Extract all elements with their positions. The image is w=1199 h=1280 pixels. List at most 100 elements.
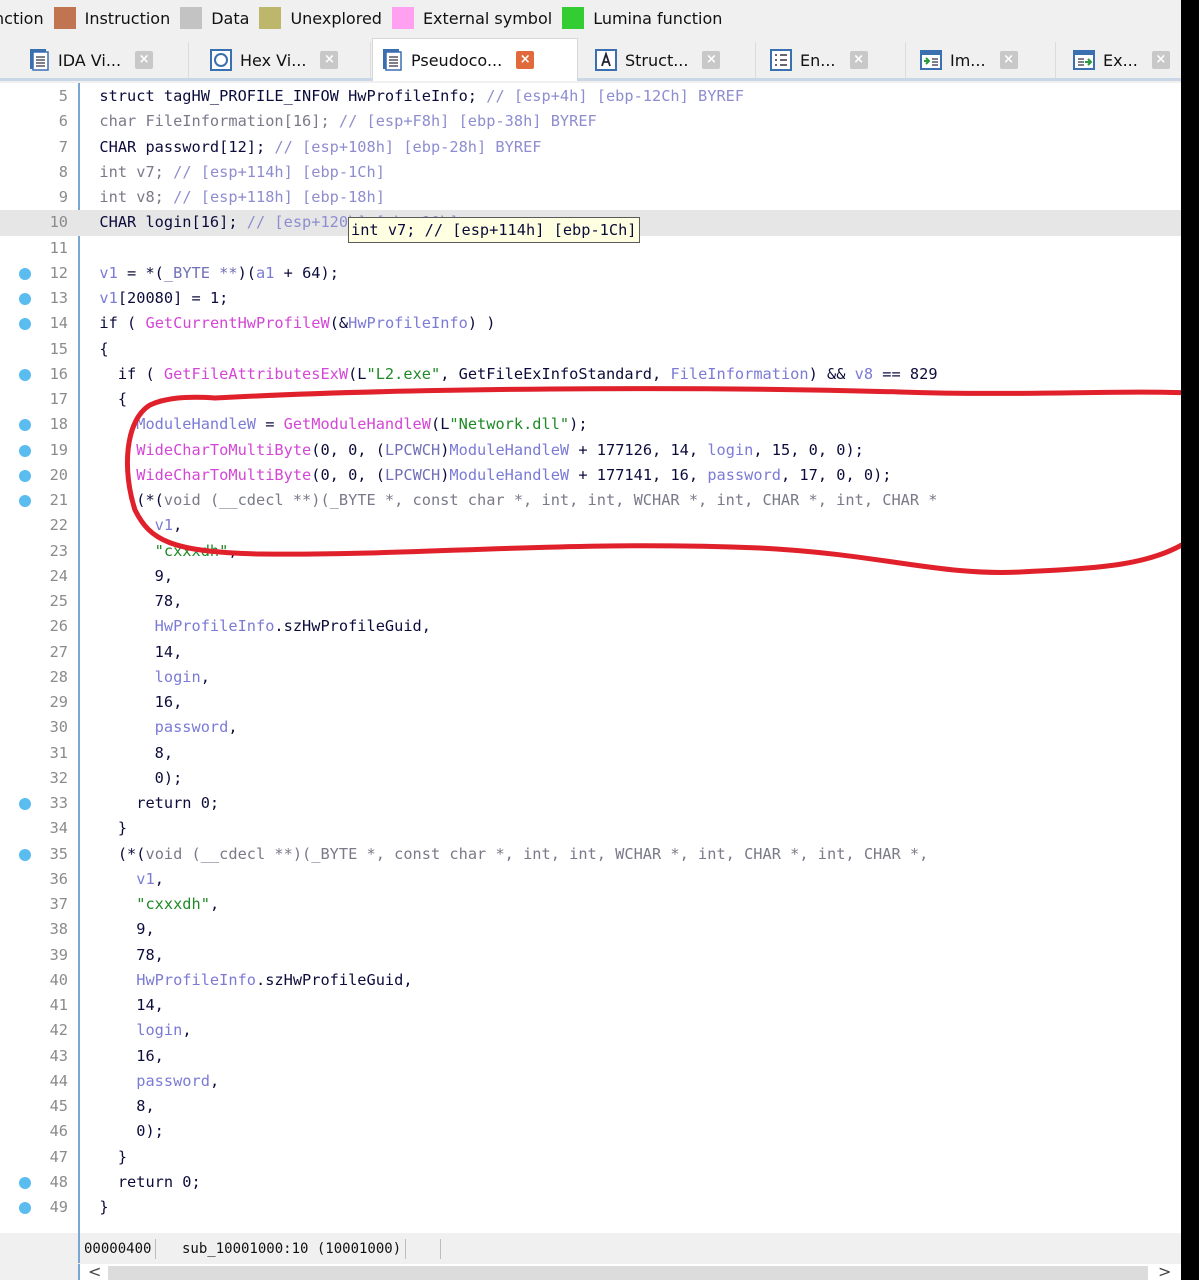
code-line[interactable]: 22 v1,: [0, 513, 1181, 538]
code-line[interactable]: 28 login,: [0, 665, 1181, 690]
horizontal-scrollbar[interactable]: < >: [78, 1262, 1181, 1280]
scroll-left-arrow-icon[interactable]: <: [88, 1262, 101, 1280]
scroll-thumb[interactable]: [108, 1266, 1148, 1280]
code-line[interactable]: 20 WideCharToMultiByte(0, 0, (LPCWCH)Mod…: [0, 463, 1181, 488]
code-line[interactable]: 21 (*(void (__cdecl **)(_BYTE *, const c…: [0, 488, 1181, 513]
code-line[interactable]: 23 "cxxxdh",: [0, 539, 1181, 564]
line-number: 37: [49, 895, 68, 913]
code-token: ,: [209, 1071, 220, 1090]
code-line[interactable]: 29 16,: [0, 690, 1181, 715]
code-line[interactable]: 9 int v8; // [esp+118h] [ebp-18h]: [0, 185, 1181, 210]
code-text: return 0;: [81, 791, 219, 816]
code-text: 8,: [81, 1094, 154, 1119]
code-token: // [esp+114h] [ebp-1Ch]: [173, 162, 385, 181]
code-line[interactable]: 6 char FileInformation[16]; // [esp+F8h]…: [0, 109, 1181, 134]
code-line[interactable]: 8 int v7; // [esp+114h] [ebp-1Ch]: [0, 160, 1181, 185]
code-line[interactable]: 12 v1 = *(_BYTE **)(a1 + 64);: [0, 261, 1181, 286]
code-text: 9,: [81, 564, 173, 589]
code-token: 9,: [99, 566, 174, 585]
tab-structures[interactable]: Struct... ×: [587, 42, 756, 78]
code-line[interactable]: 41 14,: [0, 993, 1181, 1018]
line-number: 23: [49, 541, 68, 560]
code-line[interactable]: 42 login,: [0, 1018, 1181, 1043]
code-line[interactable]: 35 (*(void (__cdecl **)(_BYTE *, const c…: [0, 842, 1181, 867]
close-tab-icon[interactable]: ×: [516, 51, 535, 69]
close-tab-icon[interactable]: ×: [135, 51, 154, 69]
code-line[interactable]: 17 {: [0, 387, 1181, 412]
tab-label: En...: [800, 50, 836, 70]
code-line[interactable]: 26 HwProfileInfo.szHwProfileGuid,: [0, 614, 1181, 639]
code-line[interactable]: 13 v1[20080] = 1;: [0, 286, 1181, 311]
close-tab-icon[interactable]: ×: [702, 51, 721, 69]
close-tab-icon[interactable]: ×: [320, 51, 339, 69]
code-line[interactable]: 37 "cxxxdh",: [0, 892, 1181, 917]
legend-item: Instruction: [53, 7, 170, 29]
code-token: }: [99, 819, 128, 838]
code-line[interactable]: 33 return 0;: [0, 791, 1181, 816]
code-line[interactable]: 27 14,: [0, 640, 1181, 665]
code-line[interactable]: 39 78,: [0, 943, 1181, 968]
code-line[interactable]: 30 password,: [0, 715, 1181, 740]
code-line[interactable]: 5 struct tagHW_PROFILE_INFOW HwProfileIn…: [0, 84, 1181, 109]
code-line[interactable]: 31 8,: [0, 741, 1181, 766]
code-line[interactable]: 43 16,: [0, 1044, 1181, 1069]
tab-listing[interactable]: IDA Vi... ×: [20, 42, 189, 78]
code-line[interactable]: 47 }: [0, 1145, 1181, 1170]
code-token: HwProfileInfo: [99, 970, 256, 989]
line-number: 47: [49, 1147, 68, 1166]
code-line[interactable]: 24 9,: [0, 564, 1181, 589]
line-number: 49: [49, 1198, 68, 1216]
tab-hex-view[interactable]: Hex Vi... ×: [202, 42, 371, 78]
code-token: WideCharToMultiByte: [99, 465, 312, 484]
close-tab-icon[interactable]: ×: [849, 51, 868, 69]
code-token: ,: [228, 718, 238, 737]
code-token: , GetFileExInfoStandard,: [440, 364, 671, 383]
tab-label: Struct...: [625, 50, 689, 70]
code-token: );: [569, 415, 588, 434]
code-line[interactable]: 32 0);: [0, 766, 1181, 791]
tab-exports[interactable]: Ex... ×: [1065, 42, 1181, 78]
code-line[interactable]: 16 if ( GetFileAttributesExW(L"L2.exe", …: [0, 362, 1181, 387]
code-line[interactable]: 34 }: [0, 816, 1181, 841]
code-line[interactable]: 44 password,: [0, 1069, 1181, 1094]
code-text: 14,: [81, 993, 164, 1018]
tab-bar: IDA Vi... × Hex Vi... × Pseudoco... × Struct..…: [0, 38, 1181, 81]
structures-icon: [595, 49, 617, 71]
pseudocode-editor[interactable]: 5 struct tagHW_PROFILE_INFOW HwProfileIn…: [0, 83, 1181, 1233]
code-line[interactable]: 40 HwProfileInfo.szHwProfileGuid,: [0, 968, 1181, 993]
close-tab-icon[interactable]: ×: [999, 51, 1018, 69]
code-token: // [esp+4h] [ebp-12Ch] BYREF: [486, 87, 745, 105]
code-line[interactable]: 18 ModuleHandleW = GetModuleHandleW(L"Ne…: [0, 412, 1181, 437]
code-token: login: [99, 1021, 183, 1040]
code-text: v1[20080] = 1;: [81, 286, 228, 311]
code-line[interactable]: 14 if ( GetCurrentHwProfileW(&HwProfileI…: [0, 311, 1181, 336]
code-text: struct tagHW_PROFILE_INFOW HwProfileInfo…: [81, 84, 744, 109]
code-line[interactable]: 36 v1,: [0, 867, 1181, 892]
tab-imports[interactable]: Im... ×: [912, 42, 1056, 78]
line-number: 26: [49, 617, 68, 636]
line-number: 40: [49, 970, 68, 989]
tab-pseudocode[interactable]: Pseudoco... ×: [372, 38, 578, 81]
code-token: char FileInformation[16];: [99, 112, 339, 131]
close-tab-icon[interactable]: ×: [1151, 51, 1170, 69]
code-line[interactable]: 45 8,: [0, 1094, 1181, 1119]
code-text: CHAR password[12]; // [esp+108h] [ebp-28…: [81, 135, 541, 160]
code-line[interactable]: 7 CHAR password[12]; // [esp+108h] [ebp-…: [0, 135, 1181, 160]
code-token: + 64);: [274, 263, 339, 282]
code-text: int v8; // [esp+118h] [ebp-18h]: [81, 185, 385, 210]
code-line[interactable]: 19 WideCharToMultiByte(0, 0, (LPCWCH)Mod…: [0, 438, 1181, 463]
code-token: .szHwProfileGuid,: [274, 617, 431, 636]
code-text: {: [81, 337, 108, 362]
code-text: }: [81, 1195, 108, 1220]
code-line[interactable]: 38 9,: [0, 917, 1181, 942]
code-line[interactable]: 49 }: [0, 1195, 1181, 1220]
code-line[interactable]: 25 78,: [0, 589, 1181, 614]
tab-enums[interactable]: En... ×: [762, 42, 906, 78]
code-token: 0);: [99, 768, 183, 787]
code-line[interactable]: 46 0);: [0, 1119, 1181, 1144]
pseudocode-icon: [381, 49, 403, 71]
code-line[interactable]: 48 return 0;: [0, 1170, 1181, 1195]
code-line[interactable]: 15 {: [0, 337, 1181, 362]
code-text: if ( GetCurrentHwProfileW(&HwProfileInfo…: [81, 311, 495, 336]
scroll-right-arrow-icon[interactable]: >: [1158, 1262, 1171, 1280]
